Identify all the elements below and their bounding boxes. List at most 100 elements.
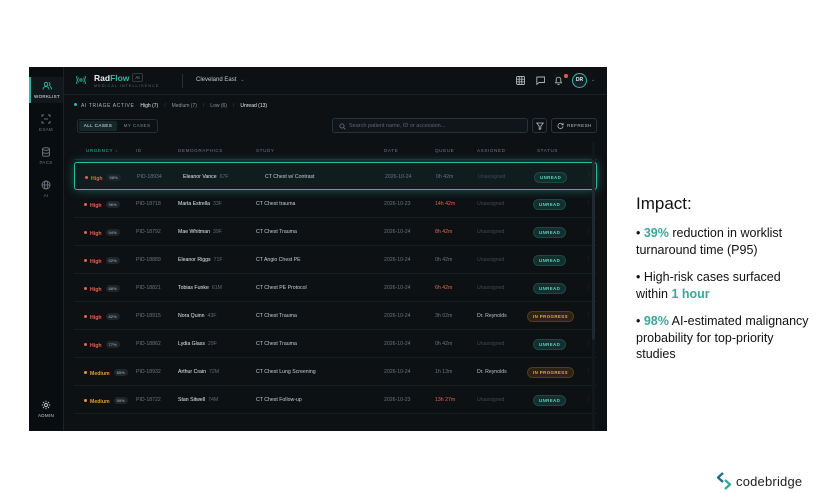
urgency-cell: Medium 59% bbox=[84, 397, 128, 405]
table-scrollbar[interactable] bbox=[592, 142, 595, 431]
table-row[interactable]: High 77% PID-18862 Lydia Glass 29F CT Chest T… bbox=[74, 330, 597, 358]
column-header-id[interactable]: ID bbox=[136, 148, 142, 153]
queue-time: 0h 42m bbox=[435, 257, 453, 263]
study-date: 2026-10-23 bbox=[384, 397, 411, 403]
users-icon bbox=[42, 82, 52, 90]
study-date: 2026-10-24 bbox=[384, 285, 411, 291]
column-header-status[interactable]: STATUS bbox=[537, 148, 558, 153]
queue-time: 13h 27m bbox=[435, 397, 456, 403]
top-bar: RadFlow AI MEDICAL INTELLIGENCE Cleveland… bbox=[64, 67, 607, 95]
demographics-cell: Eleanor Riggs 71F bbox=[178, 257, 223, 263]
status-badge: UNREAD bbox=[533, 255, 567, 266]
row-menu-icon[interactable]: ⋮ bbox=[586, 284, 591, 290]
patient-name: Eleanor Vance bbox=[183, 174, 217, 180]
nav-item-ai[interactable]: AI bbox=[29, 180, 63, 202]
demographics-cell: Stan Sitwell 74M bbox=[178, 397, 218, 403]
site-selector[interactable]: Cleveland East ⌄ bbox=[196, 77, 245, 83]
row-menu-icon[interactable]: ⋮ bbox=[586, 396, 591, 402]
brand-flow: Flow bbox=[110, 73, 130, 83]
bell-icon[interactable] bbox=[553, 75, 564, 86]
search-input[interactable] bbox=[349, 121, 524, 131]
ai-score-badge: 92% bbox=[105, 257, 120, 264]
worklist-table: URGENCY ↓ ID DEMOGRAPHICS STUDY DATE QUE… bbox=[74, 142, 597, 431]
grid-icon[interactable] bbox=[515, 75, 526, 86]
nav-item-admin[interactable]: ADMIN bbox=[29, 400, 63, 422]
patient-name: Lydia Glass bbox=[178, 341, 205, 347]
patient-age-sex: 29F bbox=[207, 341, 217, 347]
filter-unread[interactable]: Unread (13) bbox=[240, 103, 267, 109]
study-date: 2026-10-24 bbox=[384, 369, 411, 375]
table-header: URGENCY ↓ ID DEMOGRAPHICS STUDY DATE QUE… bbox=[74, 142, 597, 160]
table-row[interactable]: Medium 65% PID-18932 Arthur Crain 72M CT Ches… bbox=[74, 358, 597, 386]
filter-high[interactable]: High (7) bbox=[140, 103, 158, 109]
urgency-label: Medium bbox=[90, 371, 110, 377]
patient-id: PID-18821 bbox=[136, 285, 161, 291]
nav-item-worklist[interactable]: WORKLIST bbox=[29, 77, 63, 103]
row-menu-icon[interactable]: ⋮ bbox=[586, 368, 591, 374]
study-description: CT Chest Trauma bbox=[256, 229, 297, 235]
patient-age-sex: 71F bbox=[213, 257, 223, 263]
table-row[interactable]: High 82% PID-18915 Nora Quinn 43F CT Chest Tr… bbox=[74, 302, 597, 330]
demographics-cell: Nora Quinn 43F bbox=[178, 313, 216, 319]
table-row[interactable]: High 98% PID-18934 Eleanor Vance 67F CT Chest… bbox=[74, 162, 597, 190]
study-description: CT Chest Trauma bbox=[256, 341, 297, 347]
nav-item-pacs[interactable]: PACS bbox=[29, 147, 63, 169]
table-row[interactable]: High 88% PID-18821 Tobias Funke 61M CT Chest … bbox=[74, 274, 597, 302]
table-row[interactable]: High 94% PID-18792 Mae Whitman 39F CT Chest T… bbox=[74, 218, 597, 246]
demographics-cell: Marta Estrella 33F bbox=[178, 201, 222, 207]
impact-bullet-turnaround: • 39% reduction in worklist turnaround t… bbox=[636, 226, 783, 257]
study-description: CT Chest Follow-up bbox=[256, 397, 302, 403]
filter-button[interactable] bbox=[532, 118, 547, 133]
avatar-chevron-icon[interactable]: ⌄ bbox=[591, 77, 595, 83]
status-badge: UNREAD bbox=[533, 283, 567, 294]
turnaround-highlight: 39% bbox=[643, 226, 669, 240]
filter-low[interactable]: Low (6) bbox=[210, 103, 227, 109]
avatar[interactable]: DR bbox=[572, 73, 587, 88]
urgency-label: High bbox=[90, 203, 102, 209]
row-menu-icon[interactable]: ⋮ bbox=[586, 340, 591, 346]
patient-id: PID-18718 bbox=[136, 201, 161, 207]
nav-rail: WORKLIST EXAM PACS AI ADMIN bbox=[29, 67, 64, 431]
column-header-queue[interactable]: QUEUE bbox=[435, 148, 454, 153]
table-row[interactable]: High 92% PID-18889 Eleanor Riggs 71F CT Angio… bbox=[74, 246, 597, 274]
impact-panel: Impact: • 39% reduction in worklist turn… bbox=[636, 194, 811, 374]
column-header-demographics[interactable]: DEMOGRAPHICS bbox=[178, 148, 223, 153]
filter-medium[interactable]: Medium (7) bbox=[172, 103, 197, 109]
row-menu-icon[interactable]: ⋮ bbox=[586, 228, 591, 234]
row-menu-icon[interactable]: ⋮ bbox=[586, 312, 591, 318]
filter-separator: / bbox=[164, 103, 166, 109]
codebridge-logo-icon bbox=[716, 472, 732, 490]
header-divider bbox=[182, 74, 183, 88]
column-header-assigned[interactable]: ASSIGNED bbox=[477, 148, 506, 153]
status-badge: IN PROGRESS bbox=[527, 311, 574, 322]
row-menu-icon[interactable]: ⋮ bbox=[586, 200, 591, 206]
ai-score-badge: 88% bbox=[105, 285, 120, 292]
assigned-to: Unassigned bbox=[477, 397, 505, 403]
status-badge: IN PROGRESS bbox=[527, 367, 574, 378]
column-header-urgency[interactable]: URGENCY ↓ bbox=[86, 148, 118, 153]
nav-item-exam[interactable]: EXAM bbox=[29, 114, 63, 136]
patient-name: Eleanor Riggs bbox=[178, 257, 211, 263]
scrollbar-thumb[interactable] bbox=[592, 160, 595, 340]
header-label-urgency: URGENCY bbox=[86, 148, 114, 153]
chevron-down-icon: ⌄ bbox=[240, 77, 245, 83]
urgency-label: High bbox=[90, 315, 102, 321]
triage-active-dot bbox=[74, 103, 77, 106]
ai-score-badge: 98% bbox=[106, 174, 121, 181]
tab-all-cases[interactable]: ALL CASES bbox=[79, 121, 117, 131]
filter-separator: / bbox=[232, 103, 235, 109]
column-header-date[interactable]: DATE bbox=[384, 148, 398, 153]
impact-title: Impact: bbox=[636, 194, 692, 213]
table-row[interactable]: High 96% PID-18718 Marta Estrella 33F CT Ches… bbox=[74, 190, 597, 218]
row-menu-icon[interactable]: ⋮ bbox=[586, 256, 591, 262]
table-row[interactable]: Medium 59% PID-18722 Stan Sitwell 74M CT Ches… bbox=[74, 386, 597, 414]
column-header-study[interactable]: STUDY bbox=[256, 148, 275, 153]
tab-my-cases[interactable]: MY CASES bbox=[118, 121, 156, 131]
chat-icon[interactable] bbox=[535, 75, 546, 86]
refresh-button[interactable]: REFRESH bbox=[551, 118, 597, 133]
nav-label-pacs: PACS bbox=[39, 160, 53, 165]
status-badge: UNREAD bbox=[533, 395, 567, 406]
assigned-to: Dr. Reynolds bbox=[477, 369, 507, 375]
urgency-label: Medium bbox=[90, 399, 110, 405]
case-scope-tabs: ALL CASES MY CASES bbox=[77, 119, 158, 133]
